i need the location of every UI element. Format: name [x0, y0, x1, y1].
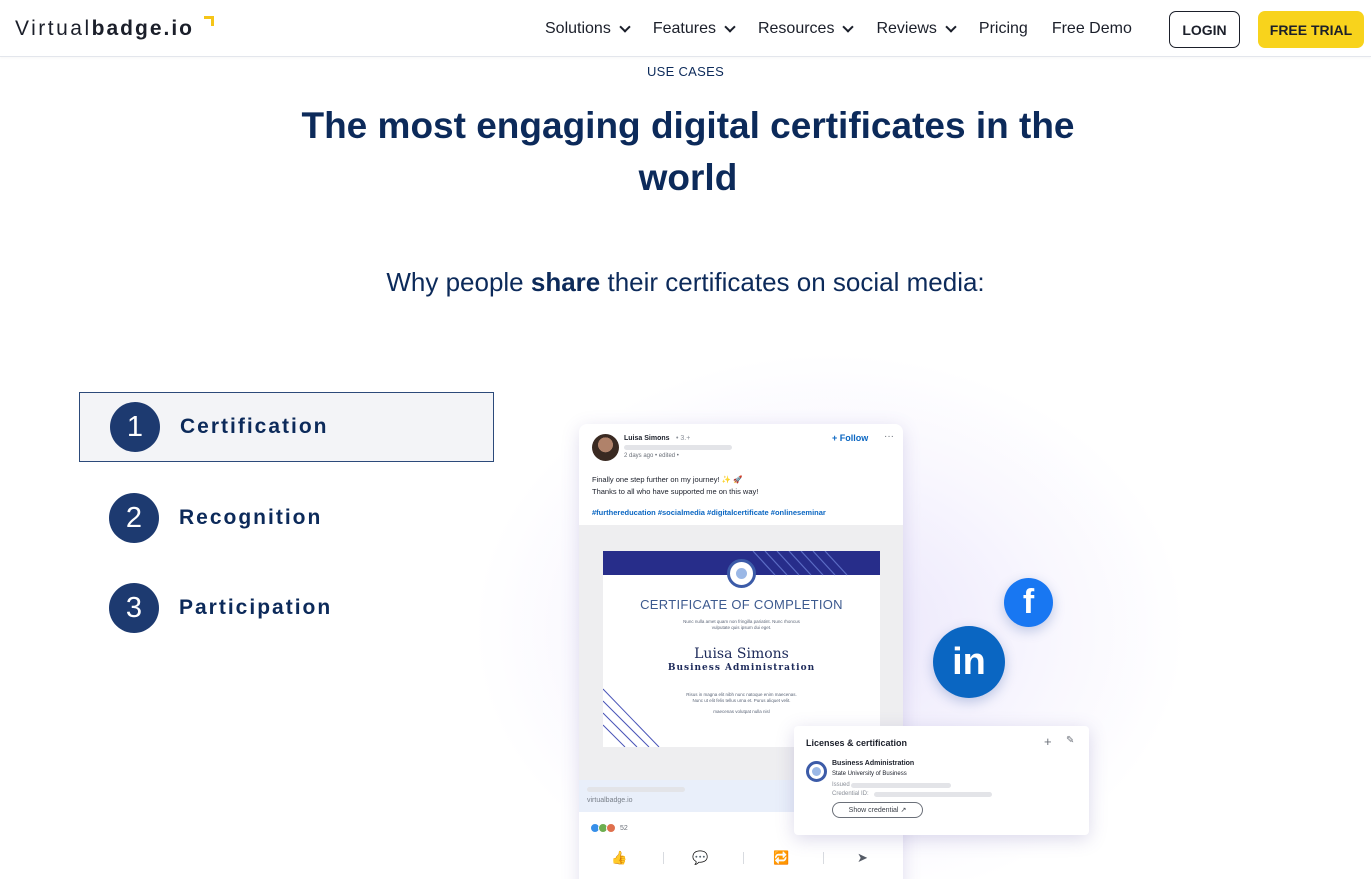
post-actions: 👍 💬 🔁 ➤	[579, 850, 903, 866]
school-seal-icon	[806, 761, 827, 782]
placeholder-bar	[624, 445, 732, 450]
nav-resources-label: Resources	[757, 20, 835, 37]
nav-features-label: Features	[652, 20, 716, 37]
tab-participation[interactable]: 3 Participation	[79, 573, 494, 643]
page-title: The most engaging digital certificates i…	[301, 105, 1075, 198]
certificate-preview: CERTIFICATE OF COMPLETION Nunc nulla ame…	[603, 551, 880, 747]
logo[interactable]: Virtualbadge.io	[15, 17, 194, 41]
tab-label: Participation	[179, 596, 333, 619]
like-icon: 👍	[611, 850, 628, 865]
tab-number: 1	[110, 402, 160, 452]
certificate-fine-print: maecenas volutpat nulla nisl	[713, 709, 770, 714]
placeholder-bar	[851, 783, 951, 788]
add-icon: +	[1044, 734, 1052, 749]
more-icon: ···	[884, 431, 894, 442]
show-credential-button: Show credential ↗	[832, 802, 923, 818]
logo-light-text: Virtual	[15, 17, 92, 40]
show-credential-label: Show credential	[848, 806, 899, 814]
licenses-card: Licenses & certification + ✎ Business Ad…	[794, 726, 1089, 835]
post-text-line-2: Thanks to all who have supported me on t…	[592, 487, 759, 496]
certificate-title: CERTIFICATE OF COMPLETION	[640, 597, 843, 612]
post-hashtags: #furthereducation #socialmedia #digitalc…	[592, 508, 826, 517]
certificate-fine-print: Risus in magna elit nibh nunc natoque en…	[686, 692, 797, 697]
certificate-fine-print: Nunc ut elit felis tellus urna et. Purus…	[692, 698, 791, 703]
license-school: State University of Business	[832, 771, 907, 777]
chevron-down-icon	[724, 21, 736, 33]
certificate-seal-icon	[727, 559, 756, 588]
nav-features[interactable]: Features	[652, 20, 736, 38]
nav-resources[interactable]: Resources	[757, 20, 855, 38]
send-icon: ➤	[857, 850, 868, 865]
post-text-line-1: Finally one step further on my journey! …	[592, 475, 743, 484]
nav-free-demo[interactable]: Free Demo	[1052, 20, 1132, 38]
license-program: Business Administration	[832, 760, 915, 767]
post-connection-degree: • 3.+	[676, 435, 691, 442]
nav-reviews[interactable]: Reviews	[876, 20, 957, 38]
subtitle-emphasis: share	[530, 267, 601, 297]
nav-pricing-label: Pricing	[978, 20, 1028, 37]
tab-recognition[interactable]: 2 Recognition	[79, 483, 494, 553]
section-eyebrow: USE CASES	[646, 64, 725, 79]
subtitle-prefix: Why people	[386, 267, 531, 297]
placeholder-bar	[874, 792, 992, 797]
login-button[interactable]: LOGIN	[1169, 11, 1240, 48]
certificate-fine-print: vulputate quis ipsum dui eget.	[711, 625, 772, 630]
certificate-program: Business Administration	[667, 663, 816, 673]
logo-corner-icon	[204, 16, 214, 26]
subtitle-suffix: their certificates on social media:	[600, 267, 985, 297]
chevron-down-icon	[945, 21, 957, 33]
external-link-icon: ↗	[900, 807, 907, 814]
tab-label: Recognition	[179, 506, 323, 529]
facebook-icon: f	[1004, 578, 1053, 627]
main-nav: Solutions Features Resources Reviews Pri…	[545, 20, 1156, 38]
tab-number: 3	[109, 583, 159, 633]
tab-certification[interactable]: 1 Certification	[79, 392, 494, 462]
comment-icon: 💬	[692, 850, 709, 865]
chevron-down-icon	[842, 21, 855, 33]
reactions: 52	[590, 823, 628, 833]
link-domain: virtualbadge.io	[587, 797, 633, 804]
license-issued-label: Issued	[832, 782, 850, 788]
love-reaction-icon	[606, 823, 616, 833]
follow-button: + Follow	[832, 433, 869, 443]
repost-icon: 🔁	[773, 850, 790, 865]
avatar	[592, 434, 619, 461]
post-author: Luisa Simons	[624, 435, 670, 442]
nav-pricing[interactable]: Pricing	[979, 20, 1028, 38]
nav-free-demo-label: Free Demo	[1051, 20, 1132, 37]
certificate-recipient: Luisa Simons	[694, 646, 789, 662]
reaction-count: 52	[620, 824, 628, 832]
linkedin-icon: in	[933, 626, 1005, 698]
chevron-down-icon	[619, 21, 631, 33]
nav-solutions-label: Solutions	[545, 20, 611, 37]
nav-reviews-label: Reviews	[876, 20, 937, 37]
tab-label: Certification	[180, 415, 329, 438]
section-subtitle: Why people share their certificates on s…	[0, 267, 1371, 298]
license-credential-label: Credential ID:	[832, 791, 869, 797]
free-trial-button[interactable]: FREE TRIAL	[1258, 11, 1364, 48]
certificate-fine-print: Nunc nulla amet quam non fringilla paria…	[683, 619, 800, 624]
site-header: Virtualbadge.io Solutions Features Resou…	[0, 0, 1371, 57]
placeholder-bar	[587, 787, 685, 792]
post-time: 2 days ago • edited •	[624, 453, 679, 459]
nav-solutions[interactable]: Solutions	[545, 20, 631, 38]
licenses-title: Licenses & certification	[806, 738, 908, 748]
edit-icon: ✎	[1066, 735, 1075, 746]
tab-number: 2	[109, 493, 159, 543]
logo-bold-text: badge.io	[91, 17, 194, 40]
